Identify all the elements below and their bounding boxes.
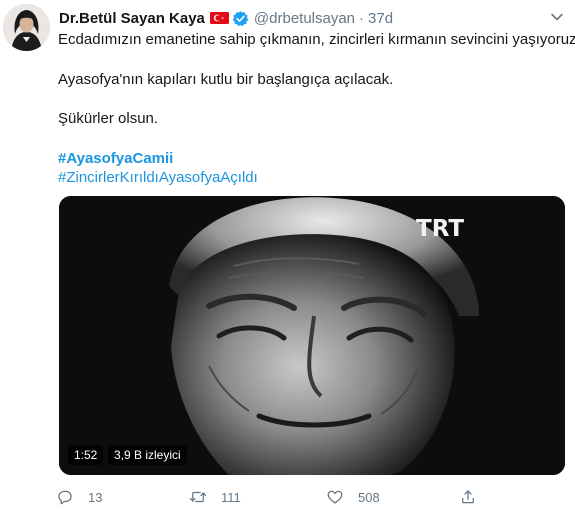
verified-badge-icon [232,10,249,26]
tweet[interactable]: Dr.Betül Sayan Kaya @drbetulsayan · 37d … [0,0,575,519]
reply-icon [58,490,72,505]
retweet-button[interactable]: 111 [189,486,241,508]
video-player[interactable]: TRT 1:52 3,9 B izleyici [59,196,565,475]
video-view-count: 3,9 B izleyici [108,445,187,465]
channel-watermark: TRT [416,216,465,242]
video-frame [59,196,565,475]
tweet-text-line: Ayasofya'nın kapıları kutlu bir başlangı… [58,71,394,88]
author-handle[interactable]: @drbetulsayan [254,10,355,27]
retweet-count: 111 [221,489,241,505]
hashtag-link[interactable]: #ZincirlerKırıldıAyasofyaAçıldı [58,168,258,188]
share-icon [462,490,474,504]
retweet-icon [189,491,207,503]
reply-button[interactable]: 13 [56,486,102,508]
like-button[interactable]: 508 [326,486,380,508]
like-count: 508 [358,489,380,505]
like-icon [327,490,343,504]
share-button[interactable] [459,486,477,508]
tweet-text-line: Şükürler olsun. [58,110,159,127]
tweet-text-line: Ecdadımızın emanetine sahip çıkmanın, zi… [58,31,575,48]
tweet-header: Dr.Betül Sayan Kaya @drbetulsayan · 37d [59,8,393,28]
video-duration: 1:52 [68,445,104,465]
turkey-flag-icon [209,12,229,24]
hashtag-link[interactable]: #AyasofyaCamii [58,149,173,169]
separator-dot: · [359,9,365,27]
reply-count: 13 [88,489,103,505]
author-name[interactable]: Dr.Betül Sayan Kaya [59,10,205,27]
tweet-actions: 13 111 508 [56,486,566,508]
tweet-timestamp[interactable]: 37d [368,10,393,27]
avatar[interactable] [3,4,50,51]
chevron-down-icon[interactable] [548,8,566,26]
